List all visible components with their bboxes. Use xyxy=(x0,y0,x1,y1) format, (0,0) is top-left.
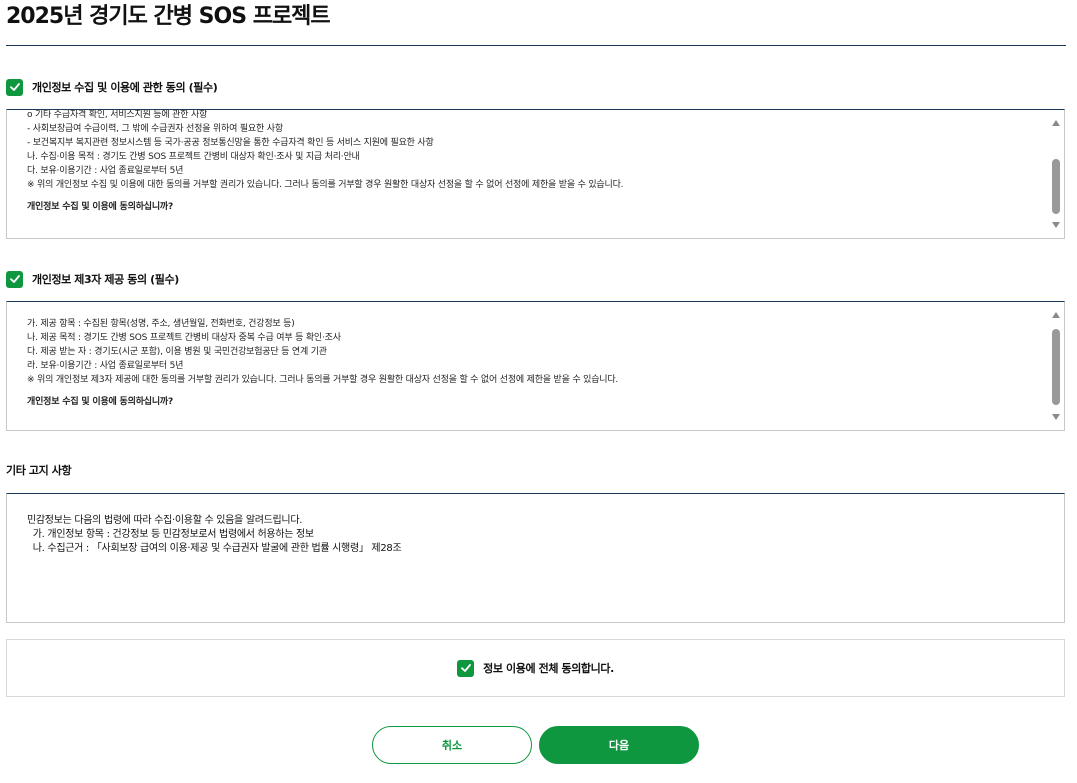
text-line: ※ 위의 개인정보 제3자 제공에 대한 동의를 거부할 권리가 있습니다. 그… xyxy=(27,375,619,385)
page-title: 2025년 경기도 간병 SOS 프로젝트 xyxy=(6,4,331,29)
text-line: 라. 보유·이용기간 : 사업 종료일로부터 5년 xyxy=(27,361,184,371)
consent-third-party-text: 가. 제공 항목 : 수집된 항목(성명, 주소, 생년월일, 전화번호, 건강… xyxy=(27,317,1040,409)
arrow-up-icon[interactable] xyxy=(1052,120,1060,126)
text-line: 다. 제공 받는 자 : 경기도(시군 포함), 이용 병원 및 국민건강보험공… xyxy=(27,347,327,357)
text-line: 다. 보유·이용기간 : 사업 종료일로부터 5년 xyxy=(27,166,184,176)
agree-all-label[interactable]: 정보 이용에 전체 동의합니다. xyxy=(483,660,614,676)
arrow-up-icon[interactable] xyxy=(1052,312,1060,318)
consent-collect-checkbox[interactable] xyxy=(6,78,23,96)
title-divider xyxy=(6,45,1066,46)
consent-question: 개인정보 수집 및 이용에 동의하십니까? xyxy=(27,397,174,407)
next-button[interactable]: 다음 xyxy=(539,726,699,764)
text-line: 민감정보는 다음의 법령에 따라 수집·이용할 수 있음을 알려드립니다. xyxy=(27,515,303,526)
scroll-thumb[interactable] xyxy=(1052,329,1060,405)
scrollbar[interactable] xyxy=(1048,302,1064,430)
arrow-down-icon[interactable] xyxy=(1052,414,1060,420)
agree-all-checkbox[interactable] xyxy=(457,659,475,677)
text-line: o 기타 수급자격 확인, 서비스지원 등에 관한 사항 xyxy=(27,110,208,120)
text-line: 나. 수집근거 : 「사회보장 급여의 이용·제공 및 수급권자 발굴에 관한 … xyxy=(27,543,402,554)
scroll-thumb[interactable] xyxy=(1052,159,1060,214)
agree-all-panel: 정보 이용에 전체 동의합니다. xyxy=(6,639,1065,697)
text-line: ※ 위의 개인정보 수집 및 이용에 대한 동의를 거부할 권리가 있습니다. … xyxy=(27,180,624,190)
notice-textbox: 민감정보는 다음의 법령에 따라 수집·이용할 수 있음을 알려드립니다. 가.… xyxy=(6,493,1065,623)
notice-header: 기타 고지 사항 xyxy=(6,461,72,479)
consent-question: 개인정보 수집 및 이용에 동의하십니까? xyxy=(27,202,174,212)
text-line: 나. 수집·이용 목적 : 경기도 간병 SOS 프로젝트 간병비 대상자 확인… xyxy=(27,152,360,162)
consent-collect-text: o 기타 수급자격 확인, 서비스지원 등에 관한 사항 - 사회보장급여 수급… xyxy=(27,110,1040,214)
consent-collect-header: 개인정보 수집 및 이용에 관한 동의 (필수) xyxy=(6,78,218,96)
text-line: 나. 제공 목적 : 경기도 간병 SOS 프로젝트 간병비 대상자 중복 수급… xyxy=(27,333,341,343)
consent-third-party-heading: 개인정보 제3자 제공 동의 (필수) xyxy=(32,273,179,286)
scrollbar[interactable] xyxy=(1048,110,1064,238)
check-icon xyxy=(9,275,20,283)
consent-collect-heading: 개인정보 수집 및 이용에 관한 동의 (필수) xyxy=(32,81,218,94)
notice-text: 민감정보는 다음의 법령에 따라 수집·이용할 수 있음을 알려드립니다. 가.… xyxy=(27,514,402,556)
text-line: 가. 개인정보 항목 : 건강정보 등 민감정보로서 법령에서 허용하는 정보 xyxy=(27,529,314,540)
arrow-down-icon[interactable] xyxy=(1052,222,1060,228)
cancel-button[interactable]: 취소 xyxy=(372,726,532,764)
consent-third-party-header: 개인정보 제3자 제공 동의 (필수) xyxy=(6,270,179,288)
consent-collect-textbox[interactable]: o 기타 수급자격 확인, 서비스지원 등에 관한 사항 - 사회보장급여 수급… xyxy=(6,109,1065,239)
text-line: 가. 제공 항목 : 수집된 항목(성명, 주소, 생년월일, 전화번호, 건강… xyxy=(27,319,295,329)
check-icon xyxy=(9,83,20,91)
consent-third-party-checkbox[interactable] xyxy=(6,270,23,288)
check-icon xyxy=(460,664,471,672)
notice-heading: 기타 고지 사항 xyxy=(6,464,72,477)
text-line: - 사회보장급여 수급이력, 그 밖에 수급권자 선정을 위하여 필요한 사항 xyxy=(27,124,283,134)
consent-third-party-textbox[interactable]: 가. 제공 항목 : 수집된 항목(성명, 주소, 생년월일, 전화번호, 건강… xyxy=(6,301,1065,431)
text-line: - 보건복지부 복지관련 정보시스템 등 국가·공공 정보통신망을 통한 수급자… xyxy=(27,138,434,148)
